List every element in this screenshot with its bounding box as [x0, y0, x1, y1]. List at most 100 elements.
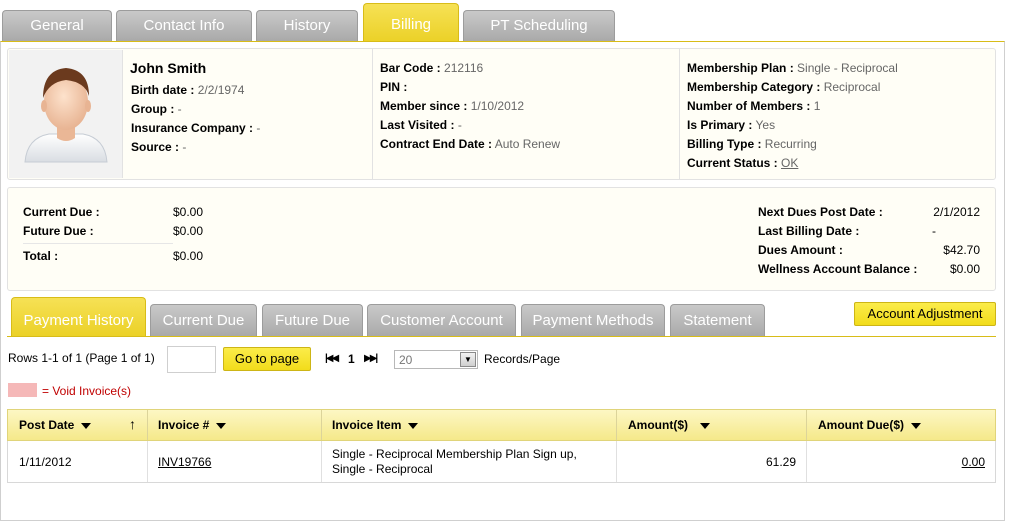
dues-amount-value: $42.70 [943, 243, 980, 257]
last-page-icon[interactable]: ▶▶| [364, 353, 378, 364]
tab-future-due[interactable]: Future Due [262, 304, 363, 336]
group-value: - [177, 102, 182, 116]
wellness-balance-value: $0.00 [949, 262, 980, 276]
contract-end-value: Auto Renew [494, 137, 561, 151]
invoice-link[interactable]: INV19766 [158, 455, 211, 469]
insurance-label: Insurance Company : [131, 121, 254, 135]
column-header-label: Post Date [19, 418, 75, 432]
current-page: 1 [348, 352, 355, 366]
bar-code-label: Bar Code : [380, 61, 441, 75]
last-billing-date-value: - [932, 224, 936, 238]
total-value: $0.00 [173, 249, 204, 263]
info-divider [372, 49, 373, 179]
sort-caret-icon [408, 422, 419, 429]
membership-plan-value: Single - Reciprocal [797, 61, 898, 75]
tab-customer-account[interactable]: Customer Account [367, 304, 516, 336]
source-label: Source : [131, 140, 180, 154]
column-separator [321, 441, 322, 482]
column-header-label: Amount Due($) [818, 418, 904, 432]
sort-caret-icon [81, 422, 92, 429]
member-since-label: Member since : [380, 99, 468, 113]
last-billing-date-label: Last Billing Date : [758, 224, 860, 238]
total-label: Total : [23, 249, 59, 263]
future-due-value: $0.00 [173, 224, 204, 238]
avatar [9, 50, 123, 178]
tab-contact-info[interactable]: Contact Info [116, 10, 252, 41]
tab-statement[interactable]: Statement [670, 304, 765, 336]
column-header-amount-due[interactable]: Amount Due($) [818, 410, 921, 440]
go-to-page-button[interactable]: Go to page [223, 347, 311, 371]
column-header-label: Invoice # [158, 418, 210, 432]
last-visited-label: Last Visited : [380, 118, 455, 132]
group-label: Group : [131, 102, 175, 116]
is-primary-label: Is Primary : [687, 118, 753, 132]
column-separator [147, 410, 148, 440]
invoice-item-line1: Single - Reciprocal Membership Plan Sign… [332, 447, 577, 461]
post-date-cell: 1/11/2012 [19, 455, 72, 469]
future-due-label: Future Due : [23, 224, 94, 238]
chevron-down-icon[interactable]: ▼ [460, 352, 476, 367]
wellness-balance-label: Wellness Account Balance : [758, 262, 918, 276]
source-value: - [182, 140, 187, 154]
membership-category-label: Membership Category : [687, 80, 821, 94]
info-divider [679, 49, 680, 179]
void-legend-text: = Void Invoice(s) [42, 384, 132, 398]
number-of-members-value: 1 [813, 99, 821, 113]
sub-tab-underline [7, 336, 996, 337]
amount-due-link[interactable]: 0.00 [943, 455, 985, 469]
is-primary-value: Yes [755, 118, 776, 132]
current-status-label: Current Status : [687, 156, 778, 170]
next-dues-post-date-value: 2/1/2012 [933, 205, 980, 219]
payment-grid-header: Post Date ↑ Invoice # Invoice Item Amoun… [7, 409, 996, 441]
tab-billing[interactable]: Billing [363, 3, 459, 42]
column-header-invoice[interactable]: Invoice # [158, 410, 227, 440]
top-tab-bar: General Contact Info History Billing PT … [0, 0, 1013, 42]
insurance-value: - [256, 121, 261, 135]
tab-payment-history[interactable]: Payment History [11, 297, 146, 336]
total-divider [23, 243, 173, 244]
column-header-label: Invoice Item [332, 418, 402, 432]
member-since-value: 1/10/2012 [470, 99, 525, 113]
column-separator [806, 441, 807, 482]
tab-current-due[interactable]: Current Due [150, 304, 257, 336]
column-header-post-date[interactable]: Post Date [19, 410, 92, 440]
tab-pt-scheduling[interactable]: PT Scheduling [463, 10, 615, 41]
invoice-item-line2: Single - Reciprocal [332, 462, 433, 476]
dues-amount-label: Dues Amount : [758, 243, 843, 257]
account-adjustment-button[interactable]: Account Adjustment [854, 302, 996, 326]
membership-plan-label: Membership Plan : [687, 61, 794, 75]
first-page-icon[interactable]: |◀◀ [325, 353, 339, 364]
tab-history[interactable]: History [256, 10, 358, 41]
page-size-select[interactable]: 20 ▼ [394, 350, 478, 369]
rows-info: Rows 1-1 of 1 (Page 1 of 1) [8, 351, 155, 365]
void-legend-swatch [8, 383, 37, 397]
current-due-label: Current Due : [23, 205, 100, 219]
sort-ascending-icon[interactable]: ↑ [129, 416, 136, 432]
page-size-value: 20 [399, 353, 413, 367]
amount-cell: 61.29 [765, 455, 796, 469]
column-header-amount[interactable]: Amount($) [628, 410, 710, 440]
contract-end-label: Contract End Date : [380, 137, 493, 151]
column-separator [616, 410, 617, 440]
sort-caret-icon [700, 422, 710, 429]
column-header-label: Amount($) [628, 418, 688, 432]
pin-label: PIN : [380, 80, 408, 94]
column-separator [147, 441, 148, 482]
records-per-page-label: Records/Page [484, 352, 561, 366]
user-avatar-icon [24, 68, 108, 163]
bar-code-value: 212116 [444, 61, 484, 75]
next-dues-post-date-label: Next Dues Post Date : [758, 205, 883, 219]
column-separator [806, 410, 807, 440]
column-separator [616, 441, 617, 482]
member-info-box: John Smith Birth date : 2/2/1974 Group :… [7, 48, 996, 180]
column-header-invoice-item[interactable]: Invoice Item [332, 410, 419, 440]
page-number-input[interactable] [167, 346, 216, 373]
dues-summary-box: Current Due : $0.00 Future Due : $0.00 T… [7, 187, 996, 291]
sort-caret-icon [216, 422, 227, 429]
tab-general[interactable]: General [2, 10, 112, 41]
current-status-link[interactable]: OK [781, 156, 798, 170]
billing-type-value: Recurring [764, 137, 817, 151]
member-name: John Smith [130, 60, 207, 76]
tab-payment-methods[interactable]: Payment Methods [521, 304, 665, 336]
last-visited-value: - [457, 118, 462, 132]
